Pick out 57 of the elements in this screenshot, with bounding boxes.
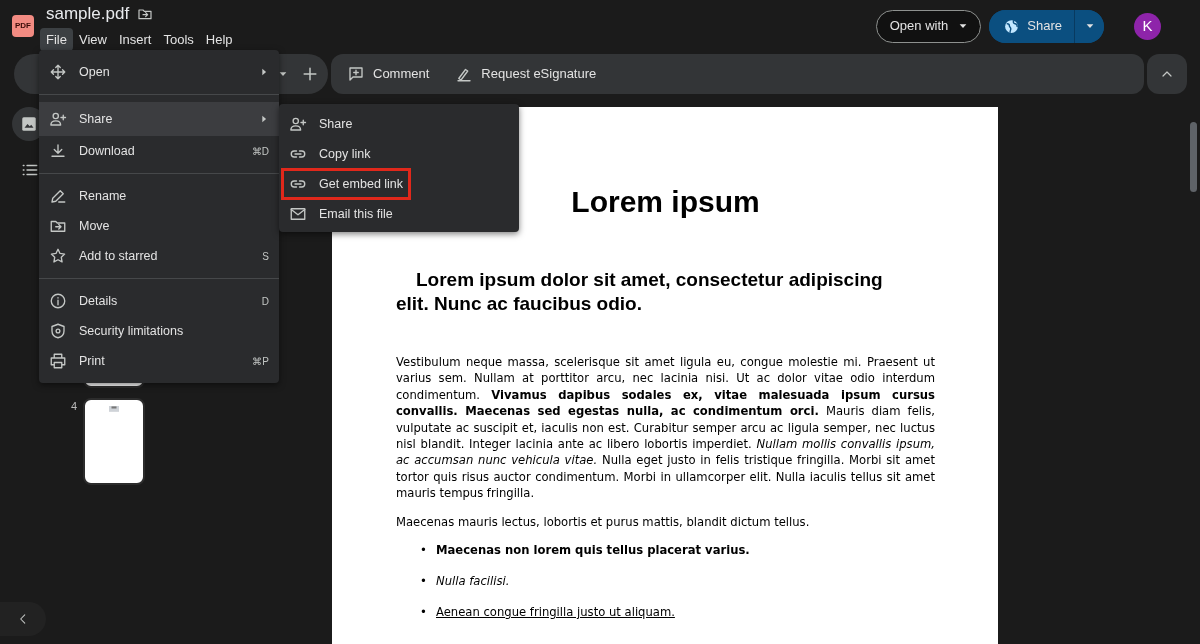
printer-icon <box>49 352 67 370</box>
menu-item[interactable]: Security limitations <box>39 316 279 346</box>
globe-icon <box>1003 17 1021 35</box>
mail-icon <box>289 205 307 223</box>
document-title: Lorem ipsum <box>570 184 761 220</box>
menu-tab[interactable]: Insert <box>112 27 158 51</box>
comment-icon <box>347 65 365 83</box>
open-with-button[interactable]: Open with <box>875 9 982 43</box>
info-icon <box>49 292 67 310</box>
shortcut-label: ⌘D <box>251 144 269 159</box>
caret-icon[interactable] <box>278 69 288 79</box>
menu-tab[interactable]: View <box>72 27 113 51</box>
menu-item[interactable]: Share <box>279 109 519 139</box>
bullet-marker: • <box>419 542 428 559</box>
caret-icon <box>1084 21 1095 31</box>
menu-item[interactable]: Open <box>39 57 279 87</box>
list-item: Maecenas non lorem quis tellus placerat varius. <box>436 542 750 559</box>
list-item: Nulla facilisi. <box>436 573 510 590</box>
menu-item[interactable]: Move <box>39 211 279 241</box>
pdf-logo: PDF <box>12 15 34 37</box>
bullet-marker: • <box>419 604 428 621</box>
page-thumbnail[interactable] <box>83 398 145 485</box>
menu-item[interactable]: Download ⌘D <box>39 136 279 166</box>
bullet-marker: • <box>419 573 428 590</box>
image-icon <box>20 115 38 133</box>
add-person-icon <box>289 115 307 133</box>
paragraph: Vestibulum neque massa, scelerisque sit amet ligula eu, congue molestie mi. Praesent ut varius sem. Nullam at porttitor arcu, nec lacinia nisi. Ut ac dolor vitae odio interdum condimentum. Vivamus dapibus sodales ex, vitae malesuada ipsum cursus convallis. Maecenas sed egestas nulla, ac condimentum orci. Mauris diam felis, vulputate ac suscipit et, iaculis non est. Curabitur semper arcu ac ligula semper, nec luctus nisl blandit. Integer lacinia ante ac libero lobortis imperdiet. Nullam mollis convallis ipsum, ac accumsan nunc vehicula vitae. Nulla eget justo in felis tristique fringilla. Morbi sit amet tortor quis risus auctor condimentum. Morbi in ullamcorper elit. Nulla iaculis tellus sit amet mauris tempus fringilla. <box>396 354 935 502</box>
menu-item[interactable]: Add to starred S <box>39 241 279 271</box>
menu-item[interactable]: Print ⌘P <box>39 346 279 376</box>
menu-tab[interactable]: File <box>40 27 73 51</box>
move-arrows-icon <box>49 63 67 81</box>
menu-tab[interactable]: Tools <box>157 27 200 51</box>
download-icon <box>49 142 67 160</box>
menu-item[interactable]: Rename <box>39 181 279 211</box>
pencil-icon <box>49 187 67 205</box>
menu-item[interactable]: Share <box>39 102 279 136</box>
file-name: sample.pdf <box>46 3 130 25</box>
add-person-icon <box>49 110 67 128</box>
star-icon <box>49 247 67 265</box>
toolbar-button[interactable]: Request eSignature <box>455 64 597 84</box>
list-item: Aenean congue fringilla justo ut aliquam. <box>436 604 675 621</box>
page-number: 4 <box>69 399 78 414</box>
menu-item[interactable]: Get embed link <box>279 169 519 199</box>
shortcut-label: S <box>262 249 269 264</box>
scrollbar-thumb[interactable] <box>1190 122 1197 192</box>
avatar[interactable]: K <box>1134 12 1161 40</box>
menu-item[interactable]: Copy link <box>279 139 519 169</box>
menu-tab[interactable]: Help <box>199 27 239 51</box>
menu-item[interactable]: Details D <box>39 286 279 316</box>
paragraph: Maecenas mauris lectus, lobortis et purus mattis, blandit dictum tellus. <box>396 513 811 531</box>
shortcut-label: D <box>261 294 269 309</box>
toolbar-button[interactable]: Comment <box>347 64 430 84</box>
menu-item[interactable]: Email this file <box>279 199 519 229</box>
shortcut-label: ⌘P <box>252 354 269 369</box>
shield-icon <box>49 322 67 340</box>
caret-icon <box>958 21 969 31</box>
document-heading: Lorem ipsum dolor sit amet, consectetur adipiscing elit. Nunc ac faucibus odio. <box>396 268 884 316</box>
